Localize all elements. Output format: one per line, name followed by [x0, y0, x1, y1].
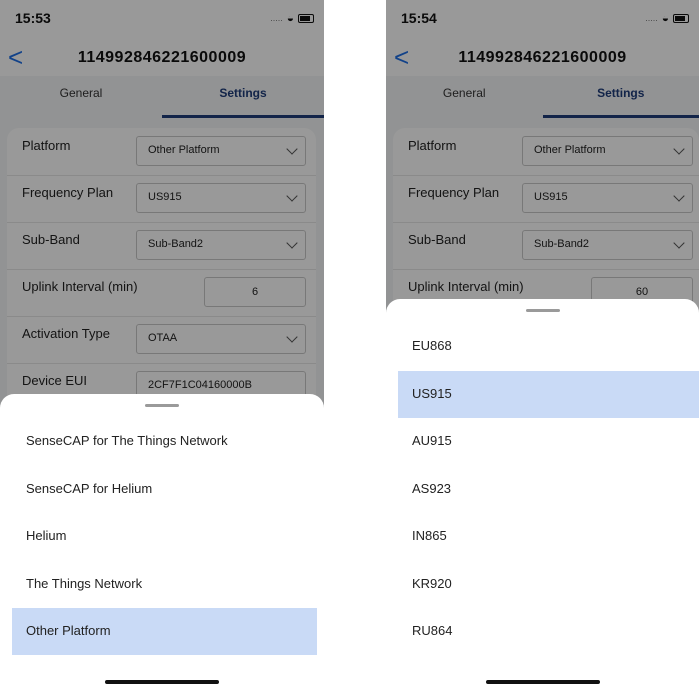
- picker-option-label: Other Platform: [26, 623, 111, 638]
- picker-option-label: IN865: [412, 528, 447, 543]
- picker-option[interactable]: SenseCAP for The Things Network: [12, 418, 317, 465]
- picker-option[interactable]: IN865: [398, 513, 699, 560]
- picker-option-label: SenseCAP for The Things Network: [26, 433, 228, 448]
- picker-option[interactable]: SenseCAP for Helium: [12, 466, 317, 513]
- picker-option[interactable]: AS923: [398, 466, 699, 513]
- picker-option[interactable]: Helium: [12, 513, 317, 560]
- picker-option-label: SenseCAP for Helium: [26, 481, 153, 496]
- picker-option-label: Helium: [26, 528, 67, 543]
- sheet-grabber[interactable]: [525, 309, 560, 312]
- picker-option[interactable]: EU868: [398, 323, 699, 370]
- picker-option-label: AU915: [412, 433, 452, 448]
- picker-option[interactable]: RU864: [398, 608, 699, 655]
- picker-option-label: EU868: [412, 338, 452, 353]
- picker-option-label: The Things Network: [26, 576, 143, 591]
- picker-option-label: AS923: [412, 481, 452, 496]
- home-indicator: [485, 680, 600, 684]
- picker-option-selected[interactable]: US915: [398, 371, 699, 418]
- picker-option-label: KR920: [412, 576, 452, 591]
- picker-option[interactable]: The Things Network: [12, 561, 317, 608]
- phone-screen-frequency-plan: 15:54 ..... ◒ < 114992846221600009 Gener…: [386, 0, 699, 688]
- sheet-grabber[interactable]: [145, 404, 179, 407]
- picker-option[interactable]: KR920: [398, 561, 699, 608]
- picker-option-label: RU864: [412, 623, 453, 638]
- picker-option[interactable]: AU915: [398, 418, 699, 465]
- picker-option-selected[interactable]: Other Platform: [12, 608, 317, 655]
- phone-screen-platform: 15:53 ..... ◒ < 114992846221600009 Gener…: [0, 0, 324, 688]
- picker-option-label: US915: [412, 386, 452, 401]
- platform-picker-sheet: SenseCAP for The Things Network SenseCAP…: [0, 394, 324, 688]
- frequency-plan-picker-sheet: EU868 US915 AU915 AS923 IN865 KR920 RU86…: [386, 299, 699, 688]
- home-indicator: [105, 680, 219, 684]
